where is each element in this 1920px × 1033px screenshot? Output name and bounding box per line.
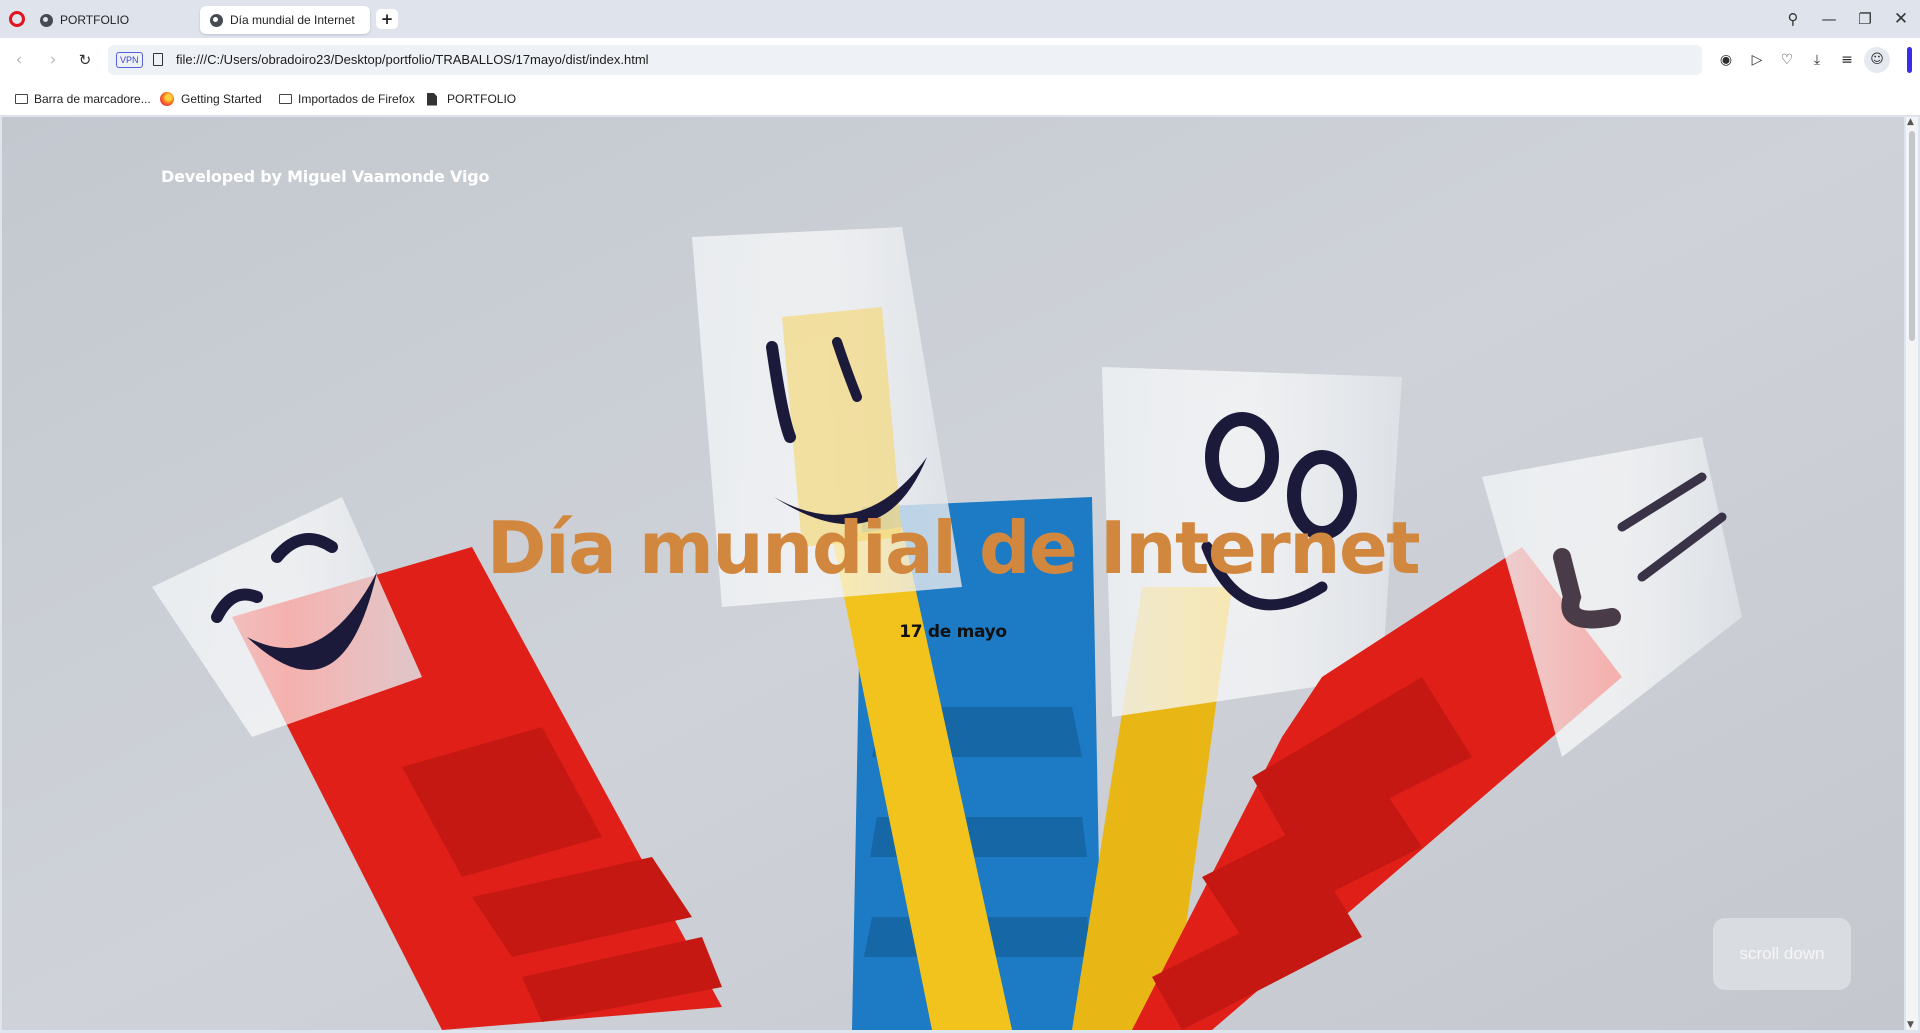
address-toolbar: ‹ › ↻ VPN file:///C:/Users/obradoiro23/D…	[0, 38, 1920, 82]
reload-icon[interactable]: ↻	[74, 49, 96, 71]
maximize-icon[interactable]: ❐	[1854, 8, 1876, 30]
bookmark-label: Importados de Firefox	[298, 92, 415, 106]
developer-credit: Developed by Miguel Vaamonde Vigo	[161, 167, 490, 186]
page-title: Día mundial de Internet	[486, 506, 1421, 590]
new-tab-button[interactable]: +	[376, 9, 398, 29]
bookmark-getting-started[interactable]: Getting Started	[160, 90, 262, 108]
scroll-down-arrow-icon[interactable]: ▼	[1907, 1020, 1914, 1030]
scroll-up-arrow-icon[interactable]: ▲	[1907, 117, 1914, 127]
search-tabs-icon[interactable]: ⚲	[1782, 8, 1804, 30]
close-icon[interactable]: ✕	[1890, 8, 1912, 30]
bookmark-barra-marcadores[interactable]: Barra de marcadore...	[15, 90, 151, 108]
play-icon[interactable]: ▷	[1746, 49, 1768, 71]
scroll-thumb[interactable]	[1909, 131, 1915, 341]
bookmark-label: Getting Started	[181, 92, 262, 106]
bookmark-label: Barra de marcadore...	[34, 92, 151, 106]
minimize-icon[interactable]: —	[1818, 8, 1840, 30]
page-subtitle: 17 de mayo	[899, 622, 1007, 642]
url-text[interactable]: file:///C:/Users/obradoiro23/Desktop/por…	[176, 52, 649, 67]
bookmarks-bar: Barra de marcadore... Getting Started Im…	[0, 82, 1920, 116]
download-icon[interactable]: ⤓	[1806, 49, 1828, 71]
tab-bar: PORTFOLIO Día mundial de Internet + ⚲ — …	[0, 0, 1920, 38]
opera-logo-icon[interactable]	[9, 11, 25, 27]
bookmark-portfolio[interactable]: PORTFOLIO	[427, 90, 516, 108]
globe-icon	[210, 13, 223, 27]
camera-icon[interactable]: ◉	[1715, 49, 1737, 71]
page-scrollbar[interactable]: ▲ ▼	[1906, 117, 1918, 1030]
document-icon	[427, 92, 437, 106]
page-icon[interactable]	[153, 53, 163, 66]
profile-icon[interactable]: ☺	[1864, 47, 1890, 73]
tab-portfolio[interactable]: PORTFOLIO	[30, 6, 190, 34]
firefox-icon	[160, 92, 174, 106]
tab-label: PORTFOLIO	[60, 13, 130, 27]
tab-label: Día mundial de Internet	[230, 13, 355, 27]
forward-icon[interactable]: ›	[42, 49, 64, 71]
bookmark-importados-firefox[interactable]: Importados de Firefox	[279, 90, 415, 108]
menu-icon[interactable]: ≡	[1836, 49, 1858, 71]
page-viewport: Developed by Miguel Vaamonde Vigo Día mu…	[2, 117, 1904, 1030]
sidebar-toggle[interactable]	[1907, 47, 1912, 73]
address-bar[interactable]: VPN file:///C:/Users/obradoiro23/Desktop…	[108, 45, 1702, 75]
scroll-down-button[interactable]: scroll down	[1713, 918, 1851, 990]
vpn-badge[interactable]: VPN	[116, 52, 143, 68]
folder-icon	[15, 94, 28, 104]
back-icon[interactable]: ‹	[8, 49, 30, 71]
tab-dia-mundial[interactable]: Día mundial de Internet	[200, 6, 370, 34]
folder-icon	[279, 94, 292, 104]
globe-icon	[40, 13, 53, 27]
bookmark-label: PORTFOLIO	[447, 92, 517, 106]
heart-icon[interactable]: ♡	[1776, 49, 1798, 71]
